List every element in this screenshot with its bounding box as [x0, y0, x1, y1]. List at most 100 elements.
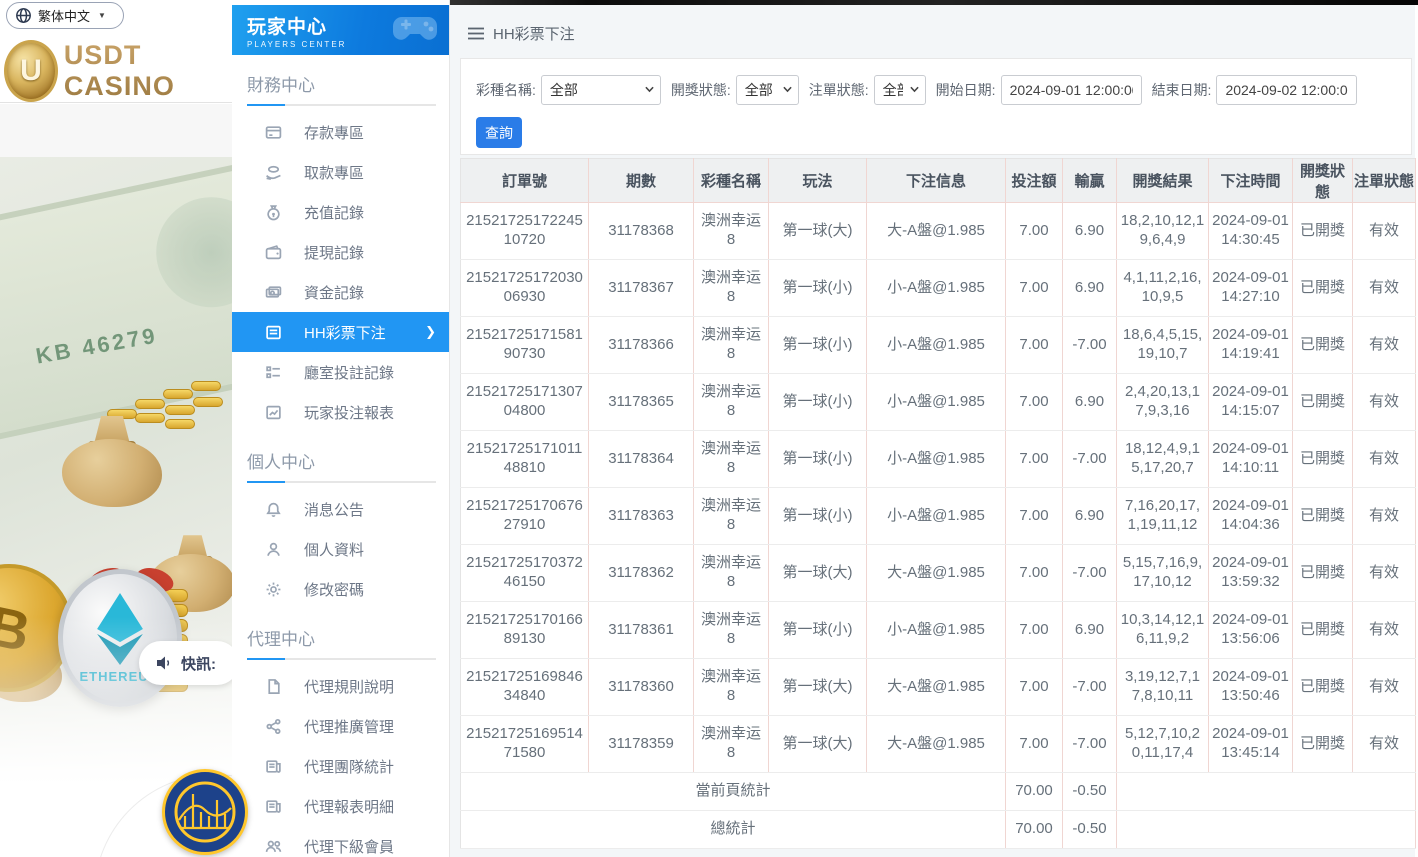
search-button[interactable]: 查詢 [476, 117, 522, 148]
table-cell: 5,12,7,10,20,11,17,4 [1116, 715, 1209, 773]
column-header: 輸贏 [1062, 158, 1117, 203]
table-cell: -7.00 [1062, 544, 1117, 602]
summary-winloss-total: -0.50 [1062, 772, 1117, 811]
sidebar-item-recharge-record[interactable]: 充值記錄 [232, 192, 449, 232]
section-divider [247, 481, 436, 483]
sidebar-item-change-password[interactable]: 修改密碼 [232, 569, 449, 609]
table-cell: 2152172517037246150 [460, 544, 589, 602]
table-row[interactable]: 2152172517016689130 31178361 澳洲幸运8 第一球(小) 小-… [460, 601, 1416, 659]
chart-icon [266, 405, 281, 419]
bridge-logo-icon [174, 781, 236, 843]
table-cell: 有效 [1352, 544, 1416, 602]
table-cell: -7.00 [1062, 430, 1117, 488]
table-cell: 7,16,20,17,1,19,11,12 [1116, 487, 1209, 545]
sidebar-item-agent-sub-members[interactable]: 代理下級會員 [232, 826, 449, 857]
table-cell: 7.00 [1005, 487, 1063, 545]
table-cell: 2152172517158190730 [460, 316, 589, 374]
table-cell: 已開獎 [1292, 715, 1353, 773]
brand-logo[interactable]: U USDT CASINO [4, 40, 232, 102]
usdt-coin-icon: U [4, 40, 58, 102]
table-cell: 31178364 [588, 430, 694, 488]
table-row[interactable]: 2152172517158190730 31178366 澳洲幸运8 第一球(小) 小-… [460, 316, 1416, 374]
sidebar-item-funds-record[interactable]: 資金記錄 [232, 272, 449, 312]
sidebar-item-withdrawal-record[interactable]: 提現記錄 [232, 232, 449, 272]
table-cell: 有效 [1352, 373, 1416, 431]
sidebar-item-agent-team-stats[interactable]: 代理團隊統計 [232, 746, 449, 786]
table-cell: 2152172517130704800 [460, 373, 589, 431]
table-row[interactable]: 2152172517067627910 31178363 澳洲幸运8 第一球(小) 小-… [460, 487, 1416, 545]
table-cell: 已開獎 [1292, 430, 1353, 488]
table-cell: 2152172516951471580 [460, 715, 589, 773]
banknote-icon [265, 285, 282, 298]
order-status-select[interactable]: 全部 [873, 75, 926, 105]
sidebar-item-announcements[interactable]: 消息公告 [232, 489, 449, 529]
lottery-name-select[interactable]: 全部 [540, 75, 661, 105]
table-header-row: 訂單號 期數 彩種名稱 玩法 下注信息 投注額 輸贏 開獎結果 下注時間 開獎狀態 注單狀態 [460, 158, 1416, 203]
sidebar-item-profile[interactable]: 個人資料 [232, 529, 449, 569]
table-cell: 有效 [1352, 487, 1416, 545]
section-title: 個人中心 [247, 453, 315, 472]
sidebar-item-lottery-bets[interactable]: HH彩票下注 ❯ [232, 312, 449, 352]
sidebar-item-label: 玩家投注報表 [304, 404, 395, 422]
team-logo [162, 769, 248, 855]
table-cell: 2152172517067627910 [460, 487, 589, 545]
draw-status-select[interactable]: 全部 [735, 75, 799, 105]
table-cell: 第一球(小) [768, 316, 867, 374]
table-row[interactable]: 2152172517203006930 31178367 澳洲幸运8 第一球(小) 小-… [460, 259, 1416, 317]
page-header: HH彩票下注 [450, 5, 1415, 44]
sidebar-item-label: 廳室投註記錄 [304, 364, 395, 382]
sidebar-item-label: 存款專區 [304, 124, 365, 142]
table-cell: 第一球(大) [768, 658, 867, 716]
table-row[interactable]: 2152172517037246150 31178362 澳洲幸运8 第一球(大) 大-… [460, 544, 1416, 602]
table-cell: 2024-09-01 14:19:41 [1208, 316, 1293, 374]
table-cell: 已開獎 [1292, 487, 1353, 545]
table-row[interactable]: 2152172517130704800 31178365 澳洲幸运8 第一球(小) 小-… [460, 373, 1416, 431]
sidebar-banner: 玩家中心 PLAYERS CENTER [232, 5, 449, 55]
table-cell: 2024-09-01 14:04:36 [1208, 487, 1293, 545]
table-cell: 有效 [1352, 316, 1416, 374]
table-cell: 有效 [1352, 715, 1416, 773]
sidebar-item-deposit-zone[interactable]: 存款專區 [232, 112, 449, 152]
end-date-input[interactable] [1216, 75, 1358, 105]
sidebar-item-agent-report-detail[interactable]: 代理報表明細 [232, 786, 449, 826]
start-date-input[interactable] [1000, 75, 1142, 105]
table-cell: 4,1,11,2,16,10,9,5 [1116, 259, 1209, 317]
news-ticker[interactable]: 快訊: [139, 641, 232, 685]
summary-row: 總統計 70.00 -0.50 [460, 810, 1416, 849]
summary-row: 當前頁統計 70.00 -0.50 [460, 772, 1416, 811]
news-label: 快訊: [181, 655, 216, 673]
table-cell: 已開獎 [1292, 658, 1353, 716]
sidebar-item-room-bet-record[interactable]: 廳室投註記錄 [232, 352, 449, 392]
table-cell: 31178367 [588, 259, 694, 317]
sidebar-item-agent-promotion[interactable]: 代理推廣管理 [232, 706, 449, 746]
list-icon [266, 325, 281, 339]
table-cell: 大-A盤@1.985 [866, 202, 1006, 260]
table-cell: 澳洲幸运8 [693, 601, 769, 659]
table-cell: 31178360 [588, 658, 694, 716]
table-cell: 第一球(小) [768, 259, 867, 317]
table-cell: 2024-09-01 14:10:11 [1208, 430, 1293, 488]
table-row[interactable]: 2152172517101148810 31178364 澳洲幸运8 第一球(小) 小-… [460, 430, 1416, 488]
sidebar-item-agent-rules[interactable]: 代理規則說明 [232, 666, 449, 706]
language-selector[interactable]: 繁体中文 ▼ [6, 2, 124, 29]
hamburger-icon[interactable] [468, 27, 484, 40]
table-cell: 2024-09-01 13:56:06 [1208, 601, 1293, 659]
table-cell: 2152172517203006930 [460, 259, 589, 317]
table-cell: 第一球(小) [768, 430, 867, 488]
wallet-icon [265, 244, 282, 259]
table-cell: 2152172517224510720 [460, 202, 589, 260]
table-cell: 2024-09-01 13:59:32 [1208, 544, 1293, 602]
table-row[interactable]: 2152172516984634840 31178360 澳洲幸运8 第一球(大) 大-… [460, 658, 1416, 716]
chevron-down-icon: ▼ [98, 11, 106, 20]
table-row[interactable]: 2152172517224510720 31178368 澳洲幸运8 第一球(大) 大-… [460, 202, 1416, 260]
table-cell: 澳洲幸运8 [693, 259, 769, 317]
sidebar-item-player-bet-report[interactable]: 玩家投注報表 [232, 392, 449, 432]
sidebar-item-withdraw-zone[interactable]: 取款專區 [232, 152, 449, 192]
table-cell: 有效 [1352, 601, 1416, 659]
table-cell: 7.00 [1005, 316, 1063, 374]
table-cell: 已開獎 [1292, 259, 1353, 317]
table-row[interactable]: 2152172516951471580 31178359 澳洲幸运8 第一球(大) 大-… [460, 715, 1416, 773]
table-cell: 小-A盤@1.985 [866, 487, 1006, 545]
table-cell: 有效 [1352, 202, 1416, 260]
sidebar-item-label: 充值記錄 [304, 204, 365, 222]
